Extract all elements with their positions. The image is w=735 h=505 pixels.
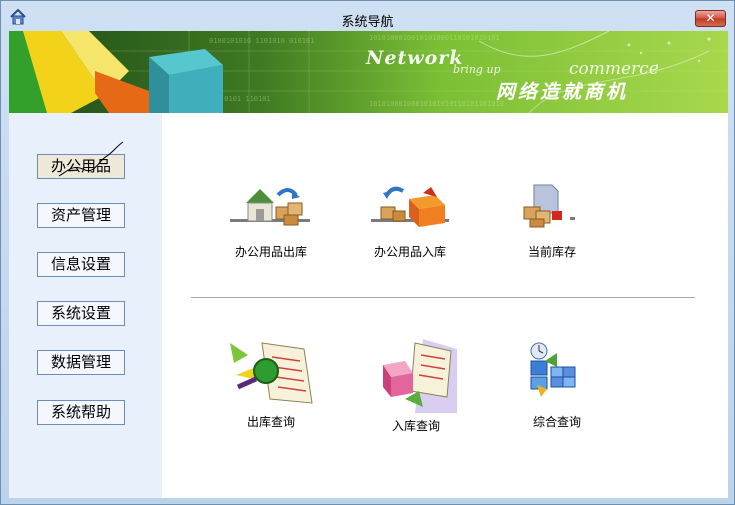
application-window: 系统导航 ✕ 0100101010 1101010 010101 1010100… xyxy=(0,0,735,505)
section-divider xyxy=(191,297,695,299)
sidebar-item-system-settings[interactable]: 系统设置 xyxy=(37,301,125,326)
current-inventory-label: 当前库存 xyxy=(527,245,576,259)
svg-text:101010001000101010101101011010: 10101000100010101010110101101010 xyxy=(369,100,504,108)
sidebar: 办公用品 资产管理 信息设置 系统设置 数据管理 系统帮助 xyxy=(9,113,162,498)
banner-network-text: Network xyxy=(366,47,464,69)
banner-bring-text: bring up xyxy=(453,63,501,76)
header-banner: 0100101010 1101010 010101 10101000100101… xyxy=(9,31,728,113)
outbound-query-label: 出库查询 xyxy=(246,415,295,429)
inbound-query-button[interactable]: 入库查询 xyxy=(371,335,461,434)
current-inventory-button[interactable]: 当前库存 xyxy=(512,181,592,260)
close-button[interactable]: ✕ xyxy=(695,10,726,27)
sidebar-item-system-help[interactable]: 系统帮助 xyxy=(37,400,125,425)
office-supplies-in-label: 办公用品入库 xyxy=(373,245,446,259)
title-bar: 系统导航 ✕ xyxy=(1,1,734,30)
sidebar-item-asset-management[interactable]: 资产管理 xyxy=(37,203,125,228)
office-supplies-out-button[interactable]: 办公用品出库 xyxy=(226,181,316,260)
combined-query-icon xyxy=(530,342,576,397)
sidebar-item-data-management[interactable]: 数据管理 xyxy=(37,350,125,375)
banner-commerce-text: commerce xyxy=(569,59,659,79)
warehouse-in-icon xyxy=(371,186,449,227)
combined-query-button[interactable]: 综合查询 xyxy=(517,339,597,430)
inbound-query-label: 入库查询 xyxy=(391,419,440,433)
svg-text:101010001001010100011010101010: 1010100010010101000110101010101 xyxy=(369,34,500,42)
outbound-query-button[interactable]: 出库查询 xyxy=(226,339,316,430)
banner-slogan-cn: 网络造就商机 xyxy=(496,81,629,103)
warehouse-out-icon xyxy=(230,188,310,226)
outbound-query-icon xyxy=(230,342,313,404)
mouse-trail-mark xyxy=(58,141,124,177)
svg-text:0100101010 1101010 010101: 0100101010 1101010 010101 xyxy=(209,37,314,45)
office-supplies-out-label: 办公用品出库 xyxy=(234,245,307,259)
window-title: 系统导航 xyxy=(341,15,394,30)
close-icon: ✕ xyxy=(705,11,716,25)
main-content: 办公用品出库 办公用品入库 当前库存 出库查询 入库查询 综合查询 xyxy=(162,113,728,498)
inbound-query-icon xyxy=(383,339,457,413)
combined-query-label: 综合查询 xyxy=(532,415,581,429)
inventory-icon xyxy=(523,184,575,228)
office-supplies-in-button[interactable]: 办公用品入库 xyxy=(365,181,455,260)
sidebar-item-info-settings[interactable]: 信息设置 xyxy=(37,252,125,277)
